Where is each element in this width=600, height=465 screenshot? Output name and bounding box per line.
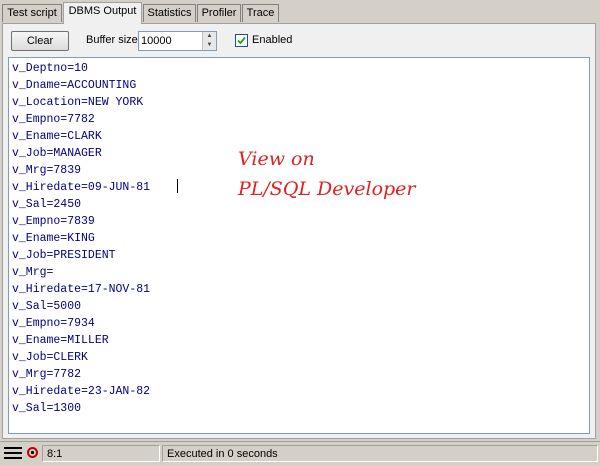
output-line: v_Empno=7839 (12, 215, 95, 228)
status-bar: 8:1 Executed in 0 seconds (0, 441, 600, 465)
buffer-size-spinner[interactable]: ▲ ▼ (138, 31, 217, 51)
tab-profiler[interactable]: Profiler (197, 4, 241, 22)
spin-down-icon[interactable]: ▼ (202, 41, 216, 50)
tab-test-script[interactable]: Test script (2, 4, 62, 22)
tab-trace[interactable]: Trace (242, 4, 279, 22)
output-line: v_Ename=CLARK (12, 130, 102, 143)
output-line: v_Empno=7934 (12, 317, 95, 330)
tab-dbms-output[interactable]: DBMS Output (63, 2, 142, 24)
buffer-size-label: Buffer size (86, 34, 138, 46)
tab-statistics[interactable]: Statistics (143, 4, 196, 22)
buffer-size-input[interactable] (141, 33, 201, 49)
spinner-arrows[interactable]: ▲ ▼ (202, 32, 216, 50)
status-position-section: 8:1 (42, 445, 160, 462)
output-line: v_Empno=7782 (12, 113, 95, 126)
annotation-view-on: View on (238, 148, 315, 170)
output-line: v_Mrg=7839 (12, 164, 82, 177)
output-line: v_Deptno=10 (12, 62, 88, 75)
output-line: v_Sal=5000 (12, 300, 82, 313)
output-line: v_Job=PRESIDENT (12, 249, 116, 262)
spin-up-icon[interactable]: ▲ (202, 32, 216, 41)
refresh-icon[interactable] (26, 446, 39, 459)
output-textarea[interactable]: v_Deptno=10 v_Dname=ACCOUNTING v_Location=… (8, 57, 590, 434)
cursor-position: 8:1 (47, 448, 63, 460)
tab-bar: Test script DBMS Output Statistics Profi… (0, 0, 600, 24)
output-line: v_Job=MANAGER (12, 147, 102, 160)
output-line: v_Sal=2450 (12, 198, 82, 211)
output-line: v_Mrg=7782 (12, 368, 82, 381)
output-line: v_Location=NEW YORK (12, 96, 144, 109)
output-line: v_Sal=1300 (12, 402, 82, 415)
output-line: v_Dname=ACCOUNTING (12, 79, 137, 92)
enabled-checkbox[interactable] (235, 34, 248, 47)
output-line: v_Hiredate=23-JAN-82 (12, 385, 151, 398)
checkmark-icon (237, 36, 246, 45)
menu-lines-icon[interactable] (4, 447, 22, 459)
annotation-plsql-developer: PL/SQL Developer (238, 178, 416, 200)
output-line: v_Job=CLERK (12, 351, 88, 364)
output-line: v_Ename=KING (12, 232, 95, 245)
output-line: v_Ename=MILLER (12, 334, 109, 347)
clear-button[interactable]: Clear (11, 31, 69, 51)
text-caret (177, 179, 178, 193)
status-message: Executed in 0 seconds (167, 448, 278, 460)
output-line: v_Hiredate=09-JUN-81 (12, 181, 151, 194)
output-line: v_Hiredate=17-NOV-81 (12, 283, 151, 296)
dbms-output-panel: Clear Buffer size ▲ ▼ Enabled v_Deptno=1… (2, 23, 596, 439)
enabled-label: Enabled (252, 34, 293, 46)
output-line: v_Mrg= (12, 266, 54, 279)
status-message-section: Executed in 0 seconds (162, 445, 598, 462)
output-lines: v_Deptno=10 v_Dname=ACCOUNTING v_Location=… (12, 60, 150, 417)
